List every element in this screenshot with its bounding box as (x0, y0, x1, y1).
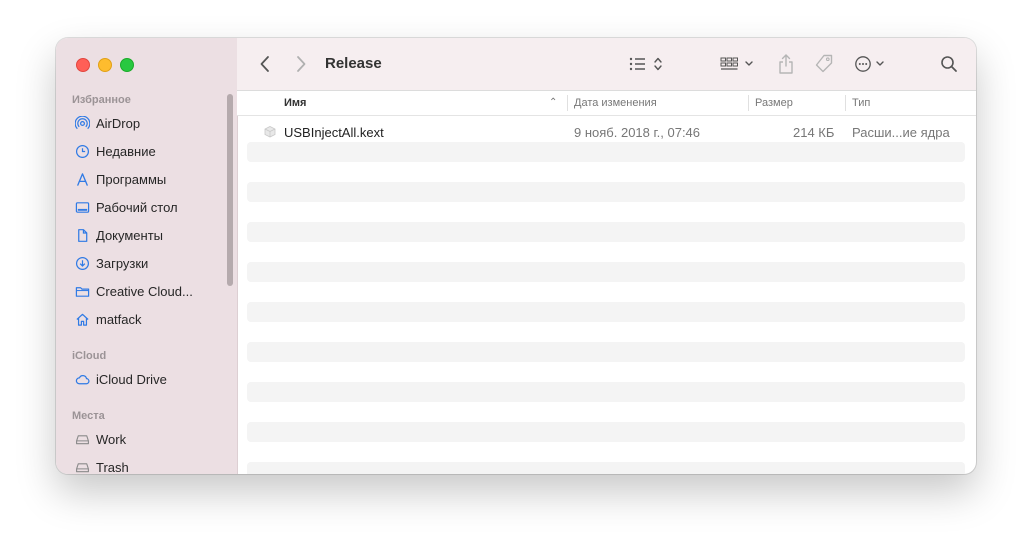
sidebar-item-label: Недавние (96, 143, 156, 159)
sidebar-item-home[interactable]: matfack (74, 308, 142, 330)
back-button[interactable] (255, 52, 275, 76)
sidebar-item-label: iCloud Drive (96, 371, 167, 387)
chevron-left-icon (260, 56, 269, 72)
empty-row (247, 262, 965, 282)
file-date-modified: 9 нояб. 2018 г., 07:46 (574, 125, 701, 140)
kext-file-icon (263, 125, 277, 142)
more-icon (855, 56, 884, 72)
column-header: Имя ⌃ Дата изменения Размер Тип (237, 91, 976, 116)
file-kind: Расши...ие ядра (852, 125, 950, 140)
home-icon (74, 311, 90, 327)
sidebar-item-icloud-drive[interactable]: iCloud Drive (74, 368, 167, 390)
sidebar-section-locations: Места (72, 410, 105, 422)
tags-button[interactable] (812, 52, 836, 76)
column-date-modified[interactable]: Дата изменения (574, 91, 657, 115)
column-kind[interactable]: Тип (852, 91, 870, 115)
sidebar: Избранное AirDrop Недавние Программы Раб… (56, 38, 238, 474)
download-icon (74, 255, 90, 271)
sidebar-item-label: Creative Cloud... (96, 283, 193, 299)
share-icon (779, 54, 793, 74)
finder-window: Избранное AirDrop Недавние Программы Раб… (56, 38, 976, 474)
cloud-icon (74, 371, 90, 387)
empty-row (247, 222, 965, 242)
toolbar: Release (237, 38, 976, 91)
sidebar-item-recents[interactable]: Недавние (74, 140, 156, 162)
empty-row (247, 302, 965, 322)
zoom-window-button[interactable] (120, 58, 134, 72)
apps-icon (74, 171, 90, 187)
column-name[interactable]: Имя (284, 91, 306, 115)
folder-icon (74, 283, 90, 299)
empty-row (247, 142, 965, 162)
empty-row (247, 182, 965, 202)
group-button[interactable] (719, 52, 759, 76)
file-name: USBInjectAll.kext (284, 125, 384, 140)
sidebar-item-creative-cloud[interactable]: Creative Cloud... (74, 280, 193, 302)
close-window-button[interactable] (76, 58, 90, 72)
disk-icon (74, 459, 90, 474)
sidebar-item-label: matfack (96, 311, 142, 327)
clock-icon (74, 143, 90, 159)
tag-icon (815, 54, 833, 73)
search-button[interactable] (937, 52, 961, 76)
airdrop-icon (74, 115, 90, 131)
sidebar-item-airdrop[interactable]: AirDrop (74, 112, 140, 134)
sidebar-item-documents[interactable]: Документы (74, 224, 163, 246)
empty-row (247, 422, 965, 442)
sort-chevron-up-icon[interactable]: ⌃ (549, 91, 557, 115)
sidebar-item-label: Загрузки (96, 255, 149, 271)
search-icon (941, 56, 957, 72)
forward-button[interactable] (291, 52, 311, 76)
column-divider[interactable] (845, 95, 846, 111)
sidebar-item-label: AirDrop (96, 115, 141, 131)
sidebar-item-desktop[interactable]: Рабочий стол (74, 196, 178, 218)
column-size[interactable]: Размер (755, 91, 793, 115)
file-size: 214 КБ (793, 125, 835, 140)
window-title: Release (325, 55, 382, 72)
window-controls (76, 58, 134, 72)
sidebar-section-icloud: iCloud (72, 350, 107, 362)
sidebar-item-applications[interactable]: Программы (74, 168, 166, 190)
desktop-icon (74, 199, 90, 215)
empty-row (247, 342, 965, 362)
sidebar-section-favorites: Избранное (72, 94, 131, 106)
column-divider[interactable] (567, 95, 568, 111)
view-list-button[interactable] (627, 52, 667, 76)
grid-icon (720, 57, 753, 70)
sidebar-item-downloads[interactable]: Загрузки (74, 252, 148, 274)
document-icon (74, 227, 90, 243)
share-button[interactable] (775, 52, 797, 76)
minimize-window-button[interactable] (98, 58, 112, 72)
list-view-icon (629, 57, 662, 71)
sidebar-item-label: Программы (96, 171, 167, 187)
empty-row (247, 462, 965, 474)
actions-button[interactable] (853, 52, 893, 76)
sidebar-scrollbar[interactable] (227, 94, 233, 286)
sidebar-item-label: Рабочий стол (96, 199, 178, 215)
chevron-right-icon (297, 56, 306, 72)
disk-icon (74, 431, 90, 447)
sidebar-item-trash[interactable]: Trash (74, 456, 129, 474)
sidebar-item-label: Work (96, 431, 127, 447)
table-row[interactable]: USBInjectAll.kext 9 нояб. 2018 г., 07:46… (247, 122, 965, 142)
column-divider[interactable] (748, 95, 749, 111)
sidebar-item-work[interactable]: Work (74, 428, 126, 450)
sidebar-item-label: Документы (96, 227, 164, 243)
empty-row (247, 382, 965, 402)
sidebar-item-label: Trash (96, 459, 129, 475)
